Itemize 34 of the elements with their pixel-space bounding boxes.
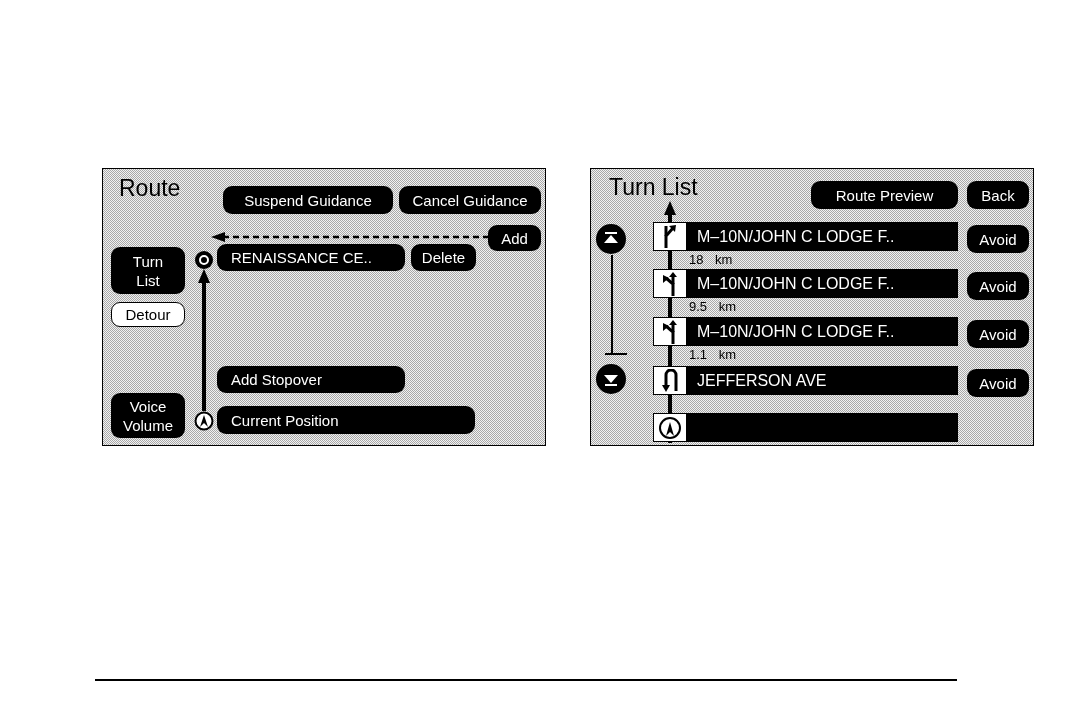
- avoid-button[interactable]: Avoid: [967, 320, 1029, 348]
- turn-street-row[interactable]: M–10N/JOHN C LODGE F..: [687, 269, 958, 298]
- suspend-guidance-button[interactable]: Suspend Guidance: [223, 186, 393, 214]
- screen-title: Turn List: [609, 174, 698, 200]
- avoid-button[interactable]: Avoid: [967, 225, 1029, 253]
- distance-label: 9.5 km: [689, 300, 736, 314]
- distance-label: 1.1 km: [689, 348, 736, 362]
- current-position-icon: [194, 411, 214, 431]
- scroll-down-button[interactable]: [596, 364, 626, 394]
- destination-icon: [195, 251, 213, 269]
- add-button[interactable]: Add: [488, 225, 541, 251]
- cancel-guidance-button[interactable]: Cancel Guidance: [399, 186, 541, 214]
- scroll-up-button[interactable]: [596, 224, 626, 254]
- distance-label: 18 km: [689, 253, 733, 267]
- destination-button[interactable]: RENAISSANCE CE..: [217, 244, 405, 271]
- u-turn-icon: [653, 366, 687, 395]
- keep-left-icon: [653, 269, 687, 298]
- turn-street-row[interactable]: M–10N/JOHN C LODGE F..: [687, 222, 958, 251]
- avoid-button[interactable]: Avoid: [967, 369, 1029, 397]
- current-position-button[interactable]: Current Position: [217, 406, 475, 434]
- back-button[interactable]: Back: [967, 181, 1029, 209]
- screen-title: Route: [119, 175, 181, 201]
- start-position-icon: [653, 413, 687, 442]
- keep-right-icon: [653, 222, 687, 251]
- turn-street-row[interactable]: M–10N/JOHN C LODGE F..: [687, 317, 958, 346]
- turn-street-row[interactable]: JEFFERSON AVE: [687, 366, 958, 395]
- keep-left-icon: [653, 317, 687, 346]
- detour-button[interactable]: Detour: [111, 302, 185, 327]
- voice-volume-button[interactable]: Voice Volume: [111, 393, 185, 438]
- avoid-button[interactable]: Avoid: [967, 272, 1029, 300]
- route-preview-button[interactable]: Route Preview: [811, 181, 958, 209]
- turn-list-button[interactable]: Turn List: [111, 247, 185, 294]
- add-stopover-button[interactable]: Add Stopover: [217, 366, 405, 393]
- delete-button[interactable]: Delete: [411, 244, 476, 271]
